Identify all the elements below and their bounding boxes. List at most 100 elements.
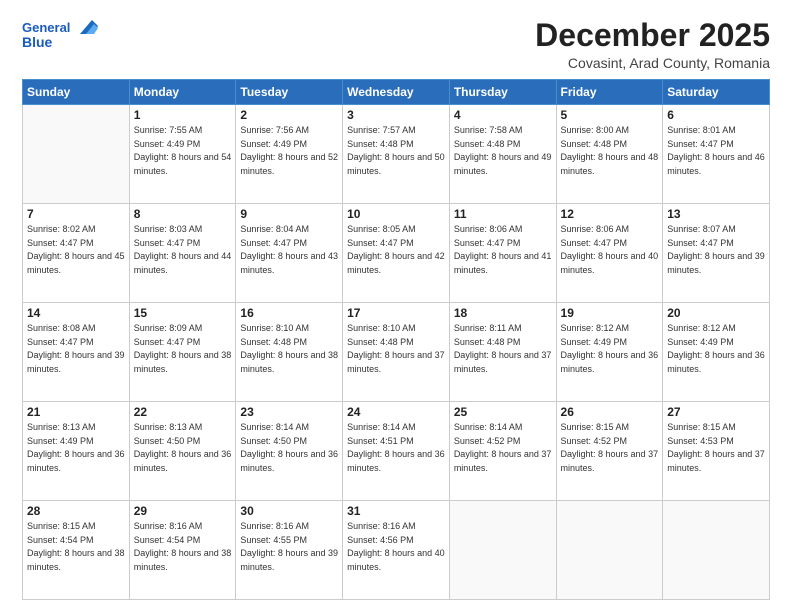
daylight-text: Daylight: 8 hours and 40 minutes. bbox=[561, 250, 659, 277]
daylight-text: Daylight: 8 hours and 52 minutes. bbox=[240, 151, 338, 178]
daylight-text: Daylight: 8 hours and 54 minutes. bbox=[134, 151, 232, 178]
day-number: 18 bbox=[454, 306, 552, 320]
sunset-text: Sunset: 4:49 PM bbox=[561, 336, 659, 350]
daylight-text: Daylight: 8 hours and 38 minutes. bbox=[240, 349, 338, 376]
page: General Blue December 2025 Covasint, Ara… bbox=[0, 0, 792, 612]
table-row: 2 Sunrise: 7:56 AM Sunset: 4:49 PM Dayli… bbox=[236, 105, 343, 204]
sunset-text: Sunset: 4:49 PM bbox=[134, 138, 232, 152]
table-row: 14 Sunrise: 8:08 AM Sunset: 4:47 PM Dayl… bbox=[23, 303, 130, 402]
day-info: Sunrise: 8:04 AM Sunset: 4:47 PM Dayligh… bbox=[240, 223, 338, 277]
sunset-text: Sunset: 4:47 PM bbox=[27, 237, 125, 251]
sunrise-text: Sunrise: 8:04 AM bbox=[240, 223, 338, 237]
table-row: 28 Sunrise: 8:15 AM Sunset: 4:54 PM Dayl… bbox=[23, 501, 130, 600]
day-number: 12 bbox=[561, 207, 659, 221]
sunset-text: Sunset: 4:52 PM bbox=[454, 435, 552, 449]
sunset-text: Sunset: 4:50 PM bbox=[134, 435, 232, 449]
day-number: 6 bbox=[667, 108, 765, 122]
sunset-text: Sunset: 4:55 PM bbox=[240, 534, 338, 548]
day-info: Sunrise: 8:03 AM Sunset: 4:47 PM Dayligh… bbox=[134, 223, 232, 277]
day-number: 30 bbox=[240, 504, 338, 518]
table-row: 13 Sunrise: 8:07 AM Sunset: 4:47 PM Dayl… bbox=[663, 204, 770, 303]
day-info: Sunrise: 7:57 AM Sunset: 4:48 PM Dayligh… bbox=[347, 124, 445, 178]
table-row: 15 Sunrise: 8:09 AM Sunset: 4:47 PM Dayl… bbox=[129, 303, 236, 402]
sunrise-text: Sunrise: 8:12 AM bbox=[561, 322, 659, 336]
sunrise-text: Sunrise: 8:13 AM bbox=[27, 421, 125, 435]
sunrise-text: Sunrise: 8:05 AM bbox=[347, 223, 445, 237]
day-number: 22 bbox=[134, 405, 232, 419]
table-row: 7 Sunrise: 8:02 AM Sunset: 4:47 PM Dayli… bbox=[23, 204, 130, 303]
table-row: 16 Sunrise: 8:10 AM Sunset: 4:48 PM Dayl… bbox=[236, 303, 343, 402]
day-number: 5 bbox=[561, 108, 659, 122]
daylight-text: Daylight: 8 hours and 39 minutes. bbox=[667, 250, 765, 277]
sunrise-text: Sunrise: 7:58 AM bbox=[454, 124, 552, 138]
header-sunday: Sunday bbox=[23, 80, 130, 105]
day-info: Sunrise: 8:12 AM Sunset: 4:49 PM Dayligh… bbox=[561, 322, 659, 376]
sunrise-text: Sunrise: 8:14 AM bbox=[347, 421, 445, 435]
daylight-text: Daylight: 8 hours and 39 minutes. bbox=[240, 547, 338, 574]
table-row: 18 Sunrise: 8:11 AM Sunset: 4:48 PM Dayl… bbox=[449, 303, 556, 402]
sunset-text: Sunset: 4:48 PM bbox=[240, 336, 338, 350]
day-number: 3 bbox=[347, 108, 445, 122]
daylight-text: Daylight: 8 hours and 37 minutes. bbox=[667, 448, 765, 475]
title-block: December 2025 Covasint, Arad County, Rom… bbox=[535, 18, 770, 71]
day-info: Sunrise: 8:15 AM Sunset: 4:52 PM Dayligh… bbox=[561, 421, 659, 475]
sunrise-text: Sunrise: 8:02 AM bbox=[27, 223, 125, 237]
sunrise-text: Sunrise: 8:06 AM bbox=[454, 223, 552, 237]
table-row: 10 Sunrise: 8:05 AM Sunset: 4:47 PM Dayl… bbox=[343, 204, 450, 303]
daylight-text: Daylight: 8 hours and 38 minutes. bbox=[134, 349, 232, 376]
daylight-text: Daylight: 8 hours and 36 minutes. bbox=[27, 448, 125, 475]
table-row: 12 Sunrise: 8:06 AM Sunset: 4:47 PM Dayl… bbox=[556, 204, 663, 303]
daylight-text: Daylight: 8 hours and 37 minutes. bbox=[454, 349, 552, 376]
day-info: Sunrise: 8:09 AM Sunset: 4:47 PM Dayligh… bbox=[134, 322, 232, 376]
day-info: Sunrise: 8:01 AM Sunset: 4:47 PM Dayligh… bbox=[667, 124, 765, 178]
header-friday: Friday bbox=[556, 80, 663, 105]
sunset-text: Sunset: 4:54 PM bbox=[134, 534, 232, 548]
sunset-text: Sunset: 4:47 PM bbox=[27, 336, 125, 350]
sunrise-text: Sunrise: 8:12 AM bbox=[667, 322, 765, 336]
day-number: 28 bbox=[27, 504, 125, 518]
daylight-text: Daylight: 8 hours and 38 minutes. bbox=[134, 547, 232, 574]
table-row: 27 Sunrise: 8:15 AM Sunset: 4:53 PM Dayl… bbox=[663, 402, 770, 501]
daylight-text: Daylight: 8 hours and 49 minutes. bbox=[454, 151, 552, 178]
day-number: 4 bbox=[454, 108, 552, 122]
table-row bbox=[663, 501, 770, 600]
sunrise-text: Sunrise: 8:13 AM bbox=[134, 421, 232, 435]
sunrise-text: Sunrise: 7:57 AM bbox=[347, 124, 445, 138]
sunset-text: Sunset: 4:47 PM bbox=[240, 237, 338, 251]
day-number: 15 bbox=[134, 306, 232, 320]
day-number: 10 bbox=[347, 207, 445, 221]
day-number: 25 bbox=[454, 405, 552, 419]
day-number: 21 bbox=[27, 405, 125, 419]
sunset-text: Sunset: 4:48 PM bbox=[561, 138, 659, 152]
day-info: Sunrise: 8:10 AM Sunset: 4:48 PM Dayligh… bbox=[347, 322, 445, 376]
header-thursday: Thursday bbox=[449, 80, 556, 105]
sunset-text: Sunset: 4:56 PM bbox=[347, 534, 445, 548]
day-info: Sunrise: 8:06 AM Sunset: 4:47 PM Dayligh… bbox=[561, 223, 659, 277]
day-info: Sunrise: 8:15 AM Sunset: 4:53 PM Dayligh… bbox=[667, 421, 765, 475]
day-info: Sunrise: 8:02 AM Sunset: 4:47 PM Dayligh… bbox=[27, 223, 125, 277]
location-subtitle: Covasint, Arad County, Romania bbox=[535, 55, 770, 71]
day-number: 23 bbox=[240, 405, 338, 419]
calendar-table: Sunday Monday Tuesday Wednesday Thursday… bbox=[22, 79, 770, 600]
daylight-text: Daylight: 8 hours and 41 minutes. bbox=[454, 250, 552, 277]
table-row: 9 Sunrise: 8:04 AM Sunset: 4:47 PM Dayli… bbox=[236, 204, 343, 303]
sunrise-text: Sunrise: 8:10 AM bbox=[347, 322, 445, 336]
day-number: 8 bbox=[134, 207, 232, 221]
day-info: Sunrise: 8:13 AM Sunset: 4:49 PM Dayligh… bbox=[27, 421, 125, 475]
sunset-text: Sunset: 4:47 PM bbox=[667, 237, 765, 251]
sunset-text: Sunset: 4:48 PM bbox=[454, 138, 552, 152]
table-row: 31 Sunrise: 8:16 AM Sunset: 4:56 PM Dayl… bbox=[343, 501, 450, 600]
table-row: 17 Sunrise: 8:10 AM Sunset: 4:48 PM Dayl… bbox=[343, 303, 450, 402]
daylight-text: Daylight: 8 hours and 37 minutes. bbox=[561, 448, 659, 475]
day-number: 13 bbox=[667, 207, 765, 221]
sunset-text: Sunset: 4:51 PM bbox=[347, 435, 445, 449]
calendar-week-row: 14 Sunrise: 8:08 AM Sunset: 4:47 PM Dayl… bbox=[23, 303, 770, 402]
calendar-week-row: 7 Sunrise: 8:02 AM Sunset: 4:47 PM Dayli… bbox=[23, 204, 770, 303]
table-row: 19 Sunrise: 8:12 AM Sunset: 4:49 PM Dayl… bbox=[556, 303, 663, 402]
day-number: 20 bbox=[667, 306, 765, 320]
header-tuesday: Tuesday bbox=[236, 80, 343, 105]
day-info: Sunrise: 8:05 AM Sunset: 4:47 PM Dayligh… bbox=[347, 223, 445, 277]
table-row bbox=[23, 105, 130, 204]
day-number: 27 bbox=[667, 405, 765, 419]
sunrise-text: Sunrise: 8:08 AM bbox=[27, 322, 125, 336]
